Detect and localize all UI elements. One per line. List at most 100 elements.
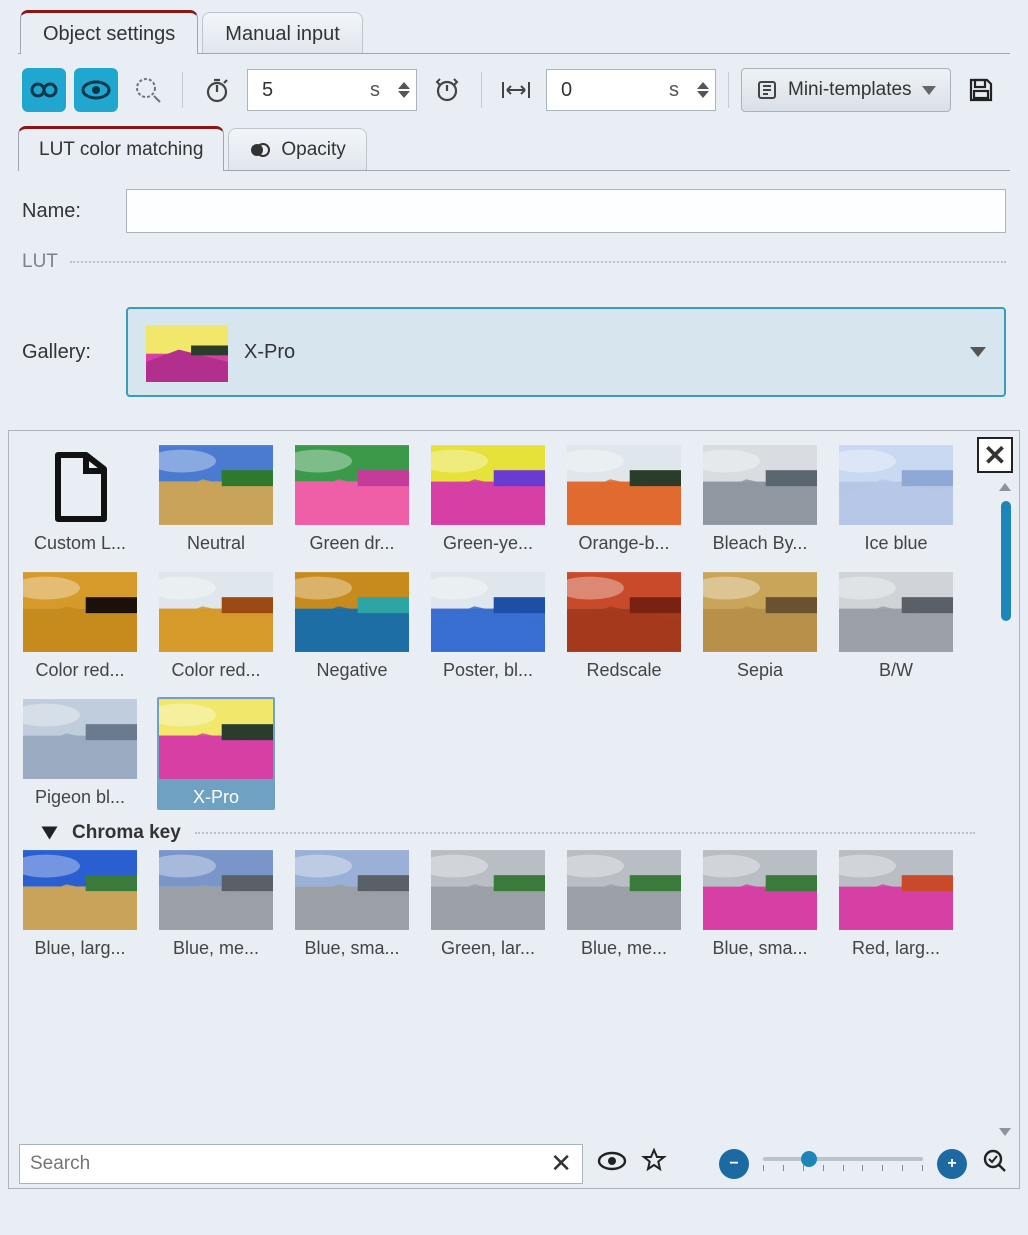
zoom-out-button[interactable]: − — [719, 1149, 749, 1179]
favorite-star-icon[interactable] — [641, 1148, 667, 1179]
gallery-item-label: Red, larg... — [839, 938, 953, 959]
gallery-thumb — [159, 699, 273, 779]
gallery-item-bluesma2[interactable]: Blue, sma... — [701, 848, 819, 961]
gallery-dropdown[interactable]: X-Pro — [126, 307, 1006, 397]
gallery-popup: ✕ Custom L... Neutral Green dr... Green-… — [8, 430, 1020, 1149]
gallery-item-bleach[interactable]: Bleach By... — [701, 443, 819, 556]
section-collapse-icon[interactable] — [42, 827, 58, 840]
refresh-time-icon[interactable] — [425, 68, 469, 112]
gallery-footer: ✕ − + — [8, 1139, 1020, 1189]
gallery-item-sepia[interactable]: Sepia — [701, 570, 819, 683]
gallery-item-bluelarge[interactable]: Blue, larg... — [21, 848, 139, 961]
effects-wand-icon[interactable] — [126, 68, 170, 112]
gallery-thumb — [295, 850, 409, 930]
tab-lut-color-matching[interactable]: LUT color matching — [18, 126, 224, 171]
gallery-item-pigeon[interactable]: Pigeon bl... — [21, 697, 139, 810]
offset-value: 0 — [561, 79, 572, 102]
gallery-item-colorred1[interactable]: Color red... — [21, 570, 139, 683]
width-arrows-icon[interactable] — [494, 68, 538, 112]
tab-opacity-label: Opacity — [281, 139, 345, 161]
save-button[interactable] — [959, 68, 1003, 112]
gallery-item-custom[interactable]: Custom L... — [21, 443, 139, 556]
duration-input[interactable]: 5 s — [247, 69, 417, 111]
scrollbar[interactable] — [999, 483, 1013, 1136]
gallery-item-bw[interactable]: B/W — [837, 570, 955, 683]
gallery-thumb — [703, 445, 817, 525]
mini-templates-dropdown[interactable]: Mini-templates — [741, 68, 951, 112]
gallery-thumb — [431, 445, 545, 525]
gallery-item-label: Green-ye... — [431, 533, 545, 554]
scroll-down-icon[interactable] — [999, 1128, 1011, 1136]
gallery-label: Gallery: — [22, 341, 102, 364]
gallery-item-colorred2[interactable]: Color red... — [157, 570, 275, 683]
duration-step-down[interactable] — [398, 91, 410, 98]
gallery-item-orangeb[interactable]: Orange-b... — [565, 443, 683, 556]
stopwatch-icon[interactable] — [195, 68, 239, 112]
gallery-item-label: Orange-b... — [567, 533, 681, 554]
gallery-grid-chroma: Blue, larg... Blue, me... Blue, sma... G… — [21, 848, 991, 961]
tab-lut-label: LUT color matching — [39, 139, 203, 161]
gallery-thumb — [431, 850, 545, 930]
gallery-item-label: Blue, me... — [159, 938, 273, 959]
zoom-in-button[interactable]: + — [937, 1149, 967, 1179]
gallery-thumb — [23, 850, 137, 930]
gallery-item-bluesma1[interactable]: Blue, sma... — [293, 848, 411, 961]
gallery-item-posterbl[interactable]: Poster, bl... — [429, 570, 547, 683]
zoom-reset-icon[interactable] — [981, 1147, 1009, 1180]
gallery-item-label: Blue, sma... — [295, 938, 409, 959]
gallery-thumb — [431, 572, 545, 652]
gallery-item-redlarge[interactable]: Red, larg... — [837, 848, 955, 961]
name-input[interactable] — [126, 189, 1006, 233]
gallery-item-bluemed1[interactable]: Blue, me... — [157, 848, 275, 961]
duration-unit: s — [370, 79, 380, 102]
tab-object-settings[interactable]: Object settings — [20, 10, 198, 54]
gallery-item-greendr[interactable]: Green dr... — [293, 443, 411, 556]
tab-manual-input[interactable]: Manual input — [202, 12, 363, 54]
gallery-thumb — [23, 445, 137, 525]
gallery-grid-main: Custom L... Neutral Green dr... Green-ye… — [21, 443, 991, 810]
gallery-item-label: Blue, larg... — [23, 938, 137, 959]
offset-step-up[interactable] — [697, 82, 709, 89]
search-box[interactable]: ✕ — [19, 1144, 583, 1184]
close-button[interactable]: ✕ — [977, 437, 1013, 473]
gallery-item-negative[interactable]: Negative — [293, 570, 411, 683]
search-input[interactable] — [30, 1153, 550, 1175]
gallery-item-bluemed2[interactable]: Blue, me... — [565, 848, 683, 961]
visibility-toggle-button[interactable] — [74, 68, 118, 112]
gallery-thumb — [295, 445, 409, 525]
preview-eye-icon[interactable] — [597, 1150, 627, 1177]
gallery-thumb — [159, 572, 273, 652]
gallery-item-iceblue[interactable]: Ice blue — [837, 443, 955, 556]
gallery-item-label: Green, lar... — [431, 938, 545, 959]
gallery-item-label: Negative — [295, 660, 409, 681]
gallery-thumb — [159, 445, 273, 525]
gallery-thumb — [295, 572, 409, 652]
gallery-item-label: Pigeon bl... — [23, 787, 137, 808]
gallery-item-neutral[interactable]: Neutral — [157, 443, 275, 556]
clear-search-icon[interactable]: ✕ — [550, 1148, 572, 1179]
gallery-item-label: Redscale — [567, 660, 681, 681]
gallery-thumb — [703, 850, 817, 930]
gallery-item-greenlar[interactable]: Green, lar... — [429, 848, 547, 961]
duration-step-up[interactable] — [398, 82, 410, 89]
gallery-item-redscale[interactable]: Redscale — [565, 570, 683, 683]
scroll-up-icon[interactable] — [999, 483, 1011, 491]
gallery-item-greenye[interactable]: Green-ye... — [429, 443, 547, 556]
gallery-item-label: Blue, sma... — [703, 938, 817, 959]
zoom-slider-knob[interactable] — [801, 1151, 817, 1167]
mini-templates-label: Mini-templates — [788, 79, 912, 101]
zoom-slider[interactable] — [763, 1157, 923, 1171]
offset-input[interactable]: 0 s — [546, 69, 716, 111]
link-toggle-button[interactable] — [22, 68, 66, 112]
gallery-thumb — [703, 572, 817, 652]
gallery-item-xpro[interactable]: X-Pro — [157, 697, 275, 810]
gallery-thumb — [567, 572, 681, 652]
gallery-item-label: Bleach By... — [703, 533, 817, 554]
gallery-item-label: Custom L... — [23, 533, 137, 554]
scroll-thumb[interactable] — [1001, 501, 1011, 621]
tab-opacity[interactable]: Opacity — [228, 128, 366, 171]
gallery-thumb — [839, 445, 953, 525]
gallery-item-label: Blue, me... — [567, 938, 681, 959]
chevron-down-icon — [970, 347, 986, 357]
offset-step-down[interactable] — [697, 91, 709, 98]
